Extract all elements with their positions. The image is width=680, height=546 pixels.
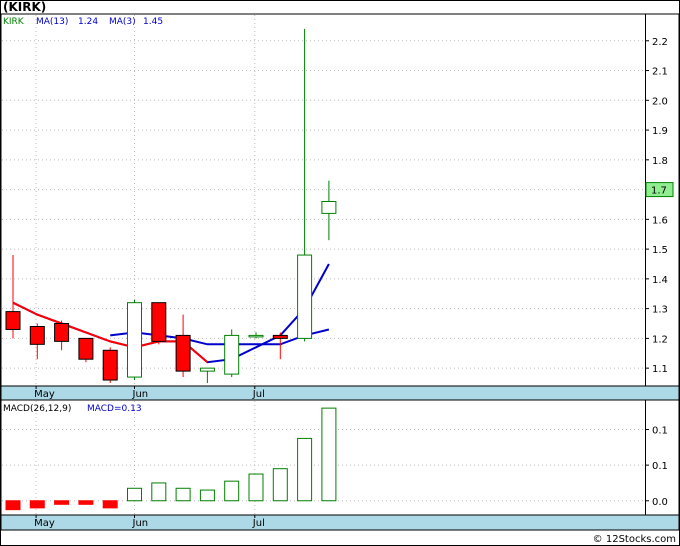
chart-title: (KIRK) — [3, 0, 46, 14]
chart-background — [0, 0, 680, 546]
candle-body — [248, 334, 264, 338]
price-tick-label: 1.3 — [652, 305, 668, 316]
legend-ticker: KIRK — [3, 17, 25, 27]
macd-tick-label: 0.0 — [652, 497, 668, 508]
macd-bar — [78, 500, 94, 505]
macd-x-tick-label: Jul — [252, 518, 265, 529]
price-tick-label: 1.6 — [652, 215, 668, 226]
macd-bar — [127, 487, 142, 502]
price-x-tick-label: May — [34, 389, 55, 400]
candle-body — [175, 334, 191, 372]
price-x-tick-label: Jul — [252, 389, 265, 400]
macd-bar — [321, 407, 337, 502]
price-tick-label: 2.2 — [652, 37, 668, 48]
macd-bar — [248, 473, 264, 502]
last-price-marker: 1.7 — [645, 182, 674, 198]
candle-body — [224, 334, 240, 375]
candle-body — [127, 302, 142, 378]
candle-body — [78, 337, 94, 360]
candle-body — [297, 254, 313, 339]
macd-bar — [151, 482, 167, 502]
price-tick-label: 2.0 — [652, 96, 668, 107]
macd-bar — [297, 437, 313, 502]
candle-body — [5, 311, 21, 330]
candle-body — [102, 349, 118, 381]
legend-ma13-label: MA(13) — [36, 17, 68, 27]
site-credit: © 12Stocks.com — [593, 534, 676, 545]
macd-bar — [54, 500, 70, 505]
macd-x-axis-band — [0, 514, 680, 531]
candle-body — [151, 302, 167, 342]
macd-bar — [199, 489, 215, 502]
legend-ma3-value: 1.45 — [143, 17, 163, 27]
stock-chart: (KIRK) 1.1 1.2 1.3 1.4 1.5 1.6 1.7 1.8 1.9 2.0 2.1… — [0, 0, 680, 546]
macd-bar — [175, 487, 191, 502]
price-tick-label: 1.9 — [652, 126, 668, 137]
macd-bar — [224, 480, 240, 502]
legend-ma13-value: 1.24 — [78, 17, 98, 27]
macd-x-tick-label: May — [34, 518, 55, 529]
candle-body — [54, 323, 70, 342]
last-price-label: 1.7 — [651, 186, 667, 197]
price-x-tick-label: Jun — [132, 389, 149, 400]
candle-body — [199, 367, 215, 372]
macd-x-tick-label: Jun — [132, 518, 149, 529]
macd-bar — [272, 468, 288, 502]
price-tick-label: 1.8 — [652, 156, 668, 167]
legend-ma3-label: MA(3) — [109, 17, 136, 27]
macd-bar — [102, 500, 118, 509]
macd-tick-label: 0.1 — [652, 461, 668, 472]
price-tick-label: 1.1 — [652, 364, 668, 375]
macd-legend-value: MACD=0.13 — [87, 404, 142, 414]
macd-tick-label: 0.1 — [652, 426, 668, 437]
price-tick-label: 1.5 — [652, 245, 668, 256]
candle-body — [272, 334, 288, 339]
macd-bar — [29, 500, 45, 509]
price-x-axis-band — [0, 385, 680, 401]
macd-legend-title: MACD(26,12,9) — [3, 404, 71, 414]
price-tick-label: 2.1 — [652, 67, 668, 78]
price-tick-label: 1.4 — [652, 275, 668, 286]
candle-body — [29, 325, 45, 345]
price-tick-label: 1.2 — [652, 334, 668, 345]
macd-bar — [5, 500, 21, 511]
candle-body — [321, 200, 337, 214]
